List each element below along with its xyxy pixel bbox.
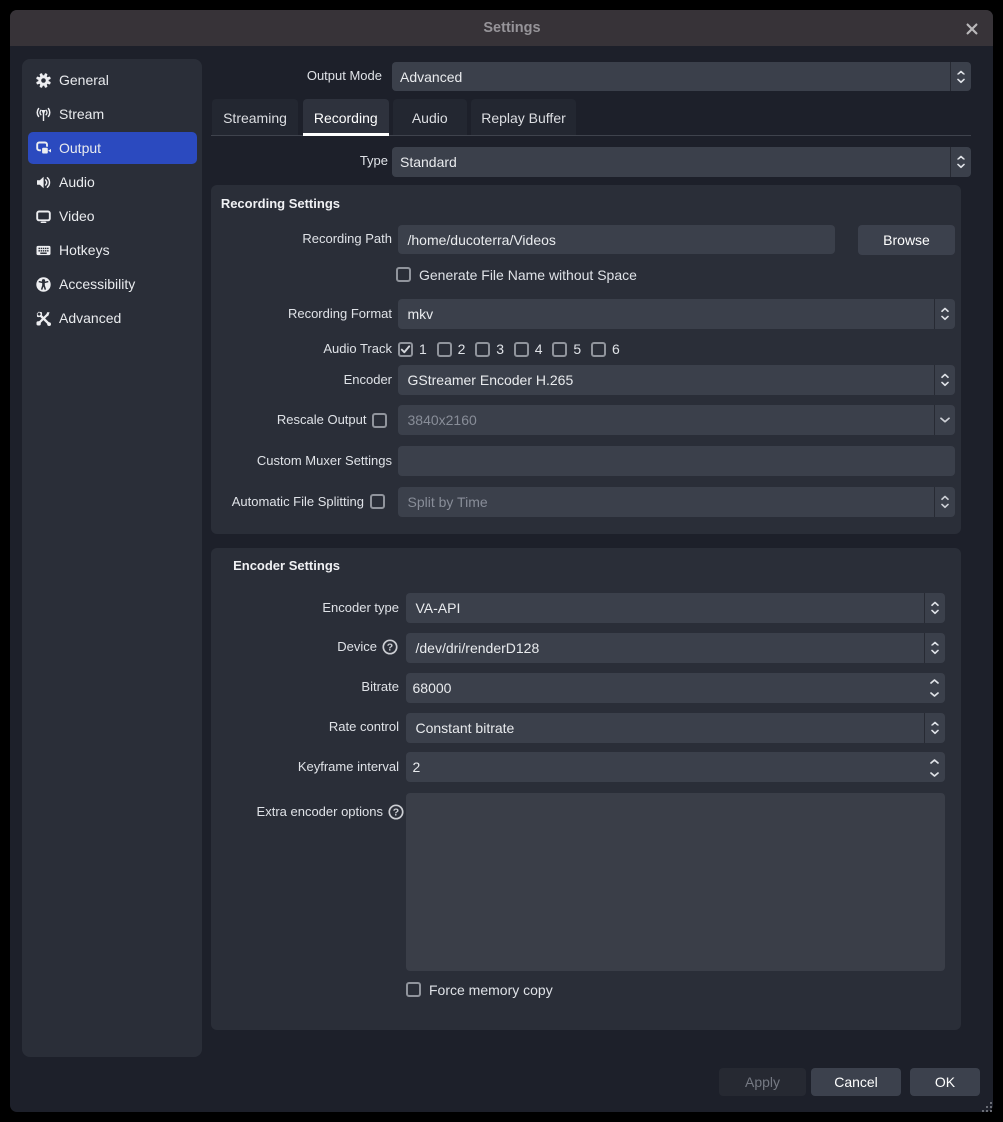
svg-text:?: ? [393,807,399,819]
svg-text:?: ? [387,642,393,654]
